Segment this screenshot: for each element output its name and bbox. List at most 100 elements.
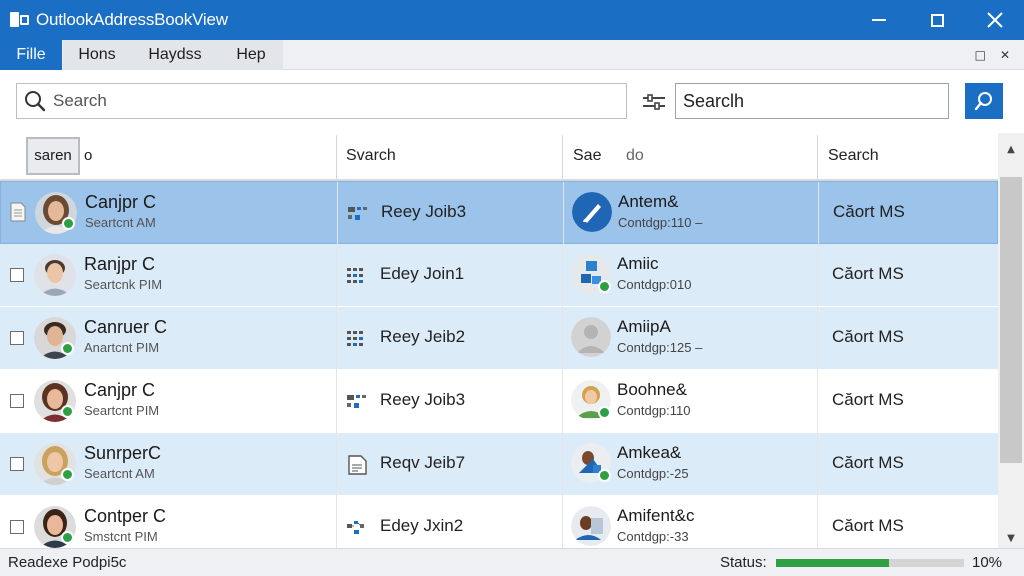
- column-header: saren o Svarch Sae do Search: [0, 133, 1024, 181]
- column-header-1-button[interactable]: saren: [26, 137, 80, 175]
- document-icon: [10, 202, 26, 222]
- scroll-down-icon[interactable]: ▼: [998, 528, 1024, 548]
- minimize-button[interactable]: [850, 0, 908, 40]
- contact-avatar-photo: [571, 506, 611, 546]
- account-cell: Căort MS: [832, 516, 904, 535]
- menu-item-2[interactable]: Hons: [63, 40, 131, 70]
- restore-small-icon[interactable]: □: [975, 48, 986, 62]
- cell-divider: [818, 182, 819, 245]
- contact-company: AmiipA: [617, 317, 671, 336]
- account-cell: Căort MS: [833, 202, 905, 221]
- menu-item-3[interactable]: Haydss: [131, 40, 219, 70]
- job-cell: Reey Joib3: [381, 202, 467, 221]
- contact-company: Antem&: [618, 192, 679, 211]
- scroll-up-icon[interactable]: ▲: [998, 139, 1024, 159]
- window-title: OutlookAddressBookView: [36, 10, 228, 29]
- grid-job-icon: [347, 331, 363, 346]
- search-toolbar: [0, 70, 1024, 133]
- contact-group: Contdgp:110: [617, 403, 691, 418]
- account-cell: Căort MS: [832, 327, 904, 346]
- cell-divider: [336, 244, 337, 307]
- status-left-text: Readexe Podpi5c: [8, 554, 127, 571]
- contact-avatar-pen: [572, 192, 612, 232]
- contact-company: Boohne&: [617, 380, 687, 399]
- presence-online-icon: [61, 342, 74, 355]
- column-header-1-sort: o: [84, 147, 93, 164]
- cell-divider: [563, 182, 564, 245]
- cell-divider: [817, 370, 818, 433]
- contact-name: Canjpr C: [84, 380, 156, 400]
- contact-group: Contdgp:110 –: [618, 215, 703, 230]
- presence-online-icon: [62, 217, 75, 230]
- menu-file[interactable]: Fille: [0, 40, 62, 70]
- presence-online-icon: [61, 405, 74, 418]
- cell-divider: [562, 370, 563, 433]
- grid-job-icon: [348, 207, 367, 220]
- progress-fill: [776, 559, 889, 567]
- row-checkbox[interactable]: [10, 268, 24, 282]
- column-header-3[interactable]: Sae: [573, 133, 601, 179]
- row-checkbox[interactable]: [10, 394, 24, 408]
- grid-job-icon: [347, 395, 366, 408]
- presence-online-icon: [598, 280, 611, 293]
- status-bar: Readexe Podpi5c Status: 10%: [0, 548, 1024, 576]
- close-small-icon[interactable]: ✕: [1000, 48, 1010, 62]
- search-field-secondary: [675, 83, 949, 119]
- contact-company: Amkea&: [617, 443, 682, 462]
- maximize-button[interactable]: [908, 0, 966, 40]
- column-header-3-sub: do: [626, 147, 644, 164]
- cell-divider: [337, 182, 338, 245]
- contact-avatar-placeholder: [571, 317, 611, 357]
- contact-name: Canjpr C: [85, 192, 157, 212]
- presence-online-icon: [61, 531, 74, 544]
- table-row[interactable]: Canjpr C Seartcnt AM Reey Joib3 Antem& C…: [0, 181, 998, 245]
- contact-subtitle: Seartcnt PIM: [84, 403, 160, 418]
- job-cell: Edey Jxin2: [380, 516, 464, 535]
- status-label: Status:: [720, 554, 767, 571]
- row-checkbox[interactable]: [10, 331, 24, 345]
- column-header-4[interactable]: Search: [828, 133, 879, 179]
- filter-icon[interactable]: [641, 92, 667, 112]
- contact-company: Amiic: [617, 254, 659, 273]
- contact-subtitle: Smstcnt PIM: [84, 529, 158, 544]
- close-button[interactable]: [966, 0, 1024, 40]
- account-cell: Căort MS: [832, 390, 904, 409]
- row-checkbox[interactable]: [10, 457, 24, 471]
- table-row[interactable]: Contper C Smstcnt PIM Edey Jxin2 Amifent…: [0, 496, 998, 548]
- contact-subtitle: Seartcnk PIM: [84, 277, 163, 292]
- contact-name: Ranjpr C: [84, 254, 156, 274]
- vertical-scrollbar[interactable]: ▲ ▼: [998, 133, 1024, 548]
- table-row[interactable]: SunrperC Seartcnt AM Reqv Jeib7 Amkea& C…: [0, 433, 998, 496]
- column-separator[interactable]: [817, 135, 818, 179]
- search-icon: [25, 91, 46, 112]
- search-input-secondary[interactable]: [683, 90, 933, 112]
- close-icon: [987, 12, 1003, 28]
- column-separator[interactable]: [336, 135, 337, 179]
- menu-help[interactable]: Hep: [219, 40, 283, 70]
- scrollbar-thumb[interactable]: [1000, 177, 1022, 463]
- search-button[interactable]: [965, 83, 1003, 119]
- presence-online-icon: [598, 469, 611, 482]
- cell-divider: [562, 307, 563, 370]
- window-controls: [850, 0, 1024, 40]
- table-row[interactable]: Canjpr C Seartcnt PIM Reey Joib3 Boohne&…: [0, 370, 998, 433]
- row-checkbox[interactable]: [10, 520, 24, 534]
- column-header-2[interactable]: Svarch: [346, 133, 396, 179]
- cell-divider: [336, 433, 337, 496]
- cell-divider: [562, 433, 563, 496]
- search-button-icon: [974, 92, 992, 111]
- cell-divider: [336, 496, 337, 548]
- account-cell: Căort MS: [832, 264, 904, 283]
- search-input[interactable]: [53, 91, 593, 111]
- status-percent: 10%: [972, 554, 1003, 571]
- table-row[interactable]: Canruer C Anartcnt PIM Reey Jeib2 AmiipA…: [0, 307, 998, 370]
- contact-group: Contdgp:-33: [617, 529, 689, 544]
- presence-online-icon: [598, 406, 611, 419]
- app-icon: [10, 11, 30, 29]
- contacts-grid: Canjpr C Seartcnt AM Reey Joib3 Antem& C…: [0, 181, 998, 548]
- column-separator[interactable]: [562, 135, 563, 179]
- job-cell: Reey Joib3: [380, 390, 466, 409]
- table-row[interactable]: Ranjpr C Seartcnk PIM Edey Join1 Amiic C…: [0, 244, 998, 307]
- cell-divider: [817, 496, 818, 548]
- progress-bar: [776, 559, 964, 567]
